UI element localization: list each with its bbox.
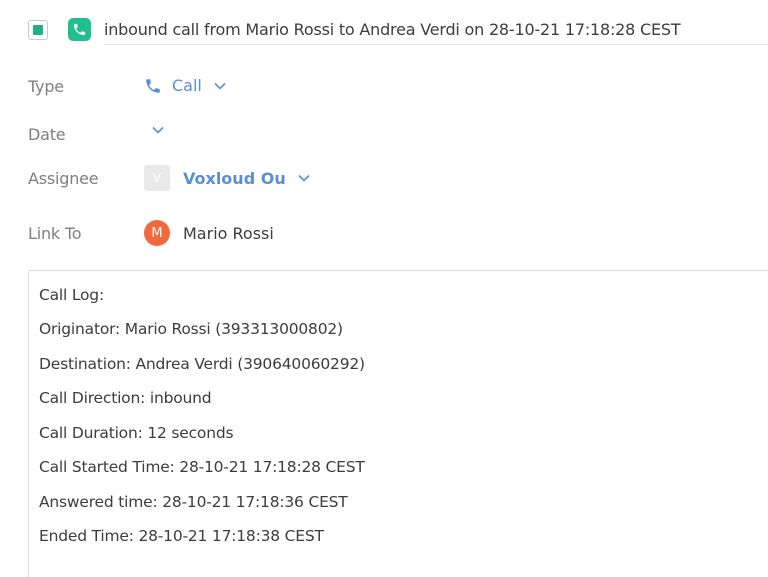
linked-contact[interactable]: M Mario Rossi (144, 220, 274, 246)
date-label: Date (28, 125, 66, 144)
call-log-line: Ended Time: 28-10-21 17:18:38 CEST (39, 527, 324, 545)
activity-subject[interactable]: inbound call from Mario Rossi to Andrea … (104, 20, 681, 39)
assignee-avatar: V (144, 165, 170, 191)
type-selector[interactable]: Call (144, 76, 226, 95)
assignee-row: Assignee V Voxloud Ou (0, 163, 768, 193)
date-row: Date (0, 120, 768, 150)
call-log-line: Call Log: (39, 286, 104, 304)
type-label: Type (28, 77, 64, 96)
call-log-line: Call Direction: inbound (39, 389, 212, 407)
checkbox-checked-icon (33, 25, 43, 35)
link-to-row: Link To M Mario Rossi (0, 218, 768, 248)
activity-header: inbound call from Mario Rossi to Andrea … (0, 0, 768, 60)
phone-icon (73, 23, 86, 36)
call-log-line: Answered time: 28-10-21 17:18:36 CEST (39, 493, 348, 511)
phone-icon (146, 78, 160, 93)
call-type-badge (68, 18, 91, 41)
chevron-down-icon (214, 82, 226, 90)
chevron-down-icon (152, 126, 164, 134)
linked-contact-name: Mario Rossi (183, 223, 274, 243)
type-value: Call (172, 76, 202, 95)
date-selector[interactable] (152, 126, 164, 134)
link-to-label: Link To (28, 224, 82, 243)
call-log-line: Call Duration: 12 seconds (39, 424, 234, 442)
call-log-line: Destination: Andrea Verdi (390640060292) (39, 355, 365, 373)
call-log-line: Call Started Time: 28-10-21 17:18:28 CES… (39, 458, 365, 476)
activity-done-checkbox[interactable] (28, 20, 48, 40)
assignee-label: Assignee (28, 169, 99, 188)
contact-avatar: M (144, 220, 170, 246)
chevron-down-icon (298, 174, 310, 182)
assignee-value: Voxloud Ou (183, 168, 286, 188)
subject-underline (104, 44, 768, 45)
type-row: Type Call (0, 72, 768, 102)
call-log-notes[interactable]: Call Log: Originator: Mario Rossi (39331… (28, 270, 768, 577)
assignee-selector[interactable]: V Voxloud Ou (144, 165, 310, 191)
call-log-line: Originator: Mario Rossi (393313000802) (39, 320, 343, 338)
